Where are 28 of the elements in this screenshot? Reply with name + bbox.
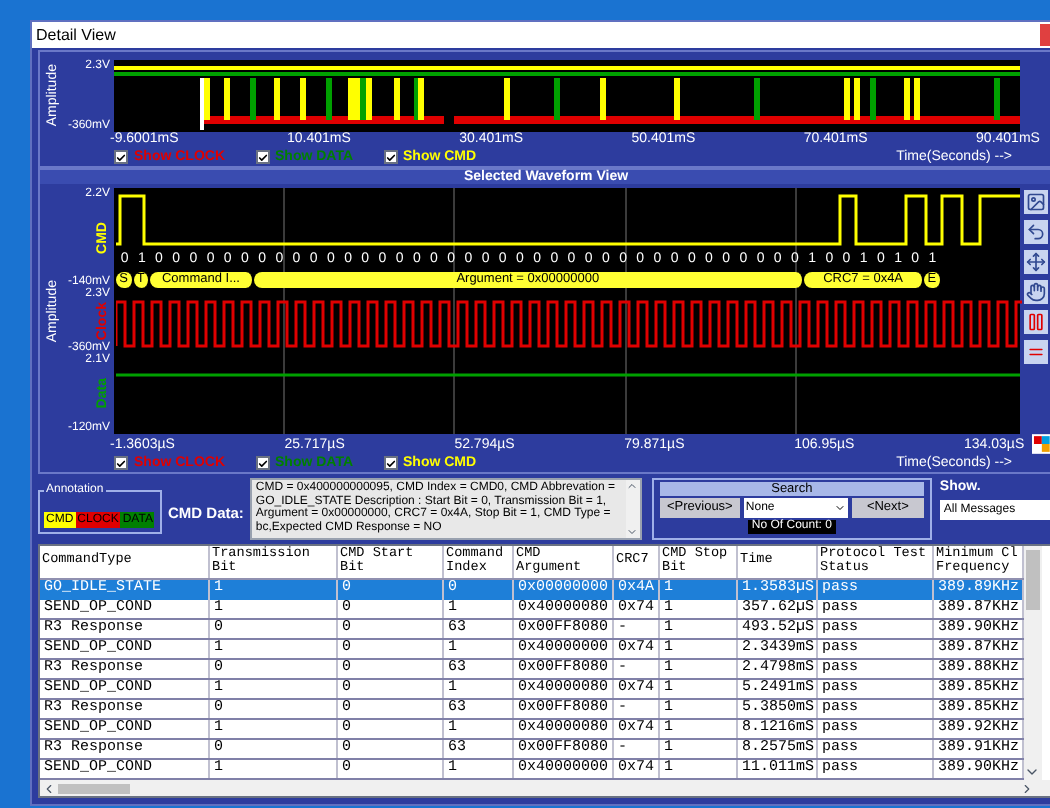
check-icon (385, 457, 396, 469)
checkbox[interactable] (255, 456, 269, 470)
scroll-left-icon[interactable] (42, 781, 56, 795)
check-icon (116, 151, 126, 163)
checkbox[interactable] (114, 456, 128, 470)
hand-icon[interactable] (1024, 280, 1048, 304)
checkbox[interactable] (383, 456, 398, 470)
horizontal-scrollbar[interactable] (40, 780, 1050, 796)
scroll-right-icon[interactable] (1020, 781, 1034, 795)
window-title: Detail View (36, 27, 116, 43)
vertical-scrollbar[interactable] (1024, 546, 1042, 780)
checkbox[interactable] (114, 150, 128, 164)
check-icon (257, 151, 267, 163)
move-icon[interactable] (1024, 250, 1048, 274)
chevron-down-icon (833, 502, 846, 514)
scrollbar-thumb[interactable] (1026, 550, 1040, 610)
pause-icon[interactable] (1024, 310, 1048, 334)
image-icon[interactable] (1024, 190, 1048, 214)
check-icon (257, 457, 267, 469)
equal-icon[interactable] (1024, 340, 1048, 364)
scroll-down-icon[interactable] (1024, 764, 1040, 780)
undo-icon[interactable] (1024, 220, 1048, 244)
checkbox[interactable] (383, 150, 398, 164)
check-icon (385, 151, 396, 163)
scrollbar-thumb[interactable] (58, 783, 130, 793)
check-icon (116, 457, 126, 469)
checkbox[interactable] (255, 150, 269, 164)
palette-icon[interactable] (1032, 434, 1050, 454)
